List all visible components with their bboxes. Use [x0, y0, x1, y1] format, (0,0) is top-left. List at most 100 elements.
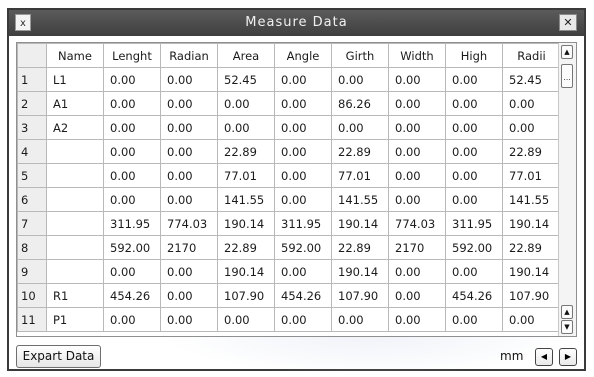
cell-lenght[interactable]: 0.00 — [103, 67, 161, 92]
column-header-area[interactable]: Area — [217, 43, 275, 68]
cell-width[interactable]: 774.03 — [388, 211, 446, 236]
cell-radian[interactable]: 0.00 — [160, 259, 218, 284]
cell-radian[interactable]: 0.00 — [160, 139, 218, 164]
row-number[interactable]: 8 — [17, 235, 47, 260]
cell-girth[interactable]: 77.01 — [331, 163, 389, 188]
cell-name[interactable] — [46, 163, 104, 188]
cell-girth[interactable]: 190.14 — [331, 211, 389, 236]
cell-radian[interactable]: 0.00 — [160, 187, 218, 212]
table-row[interactable]: 3 A2 0.00 0.00 0.00 0.00 0.00 0.00 0.00 0.00 — [17, 115, 561, 140]
cell-width[interactable]: 0.00 — [388, 307, 446, 332]
row-number[interactable]: 11 — [17, 307, 47, 332]
scroll-down-icon[interactable]: ▼ — [561, 320, 573, 334]
cell-radian[interactable]: 0.00 — [160, 67, 218, 92]
cell-girth[interactable]: 0.00 — [331, 67, 389, 92]
table-row[interactable]: 2 A1 0.00 0.00 0.00 0.00 86.26 0.00 0.00 0.00 — [17, 91, 561, 116]
table-row[interactable]: 9 0.00 0.00 190.14 0.00 190.14 0.00 0.00 190.14 — [17, 259, 561, 284]
row-number[interactable]: 7 — [17, 211, 47, 236]
row-number[interactable]: 4 — [17, 139, 47, 164]
cell-radii[interactable]: 22.89 — [502, 235, 561, 260]
cell-width[interactable]: 0.00 — [388, 115, 446, 140]
cell-radian[interactable]: 0.00 — [160, 91, 218, 116]
cell-girth[interactable]: 22.89 — [331, 139, 389, 164]
cell-width[interactable]: 0.00 — [388, 187, 446, 212]
cell-radii[interactable]: 77.01 — [502, 163, 561, 188]
cell-name[interactable]: A2 — [46, 115, 104, 140]
cell-high[interactable]: 0.00 — [445, 115, 503, 140]
cell-width[interactable]: 0.00 — [388, 283, 446, 308]
cell-width[interactable]: 2170 — [388, 235, 446, 260]
cell-area[interactable]: 141.55 — [217, 187, 275, 212]
column-header-girth[interactable]: Girth — [331, 43, 389, 68]
cell-angle[interactable]: 0.00 — [274, 139, 332, 164]
corner-cell[interactable] — [17, 43, 47, 68]
cell-angle[interactable]: 0.00 — [274, 307, 332, 332]
table-row[interactable]: 10 R1 454.26 0.00 107.90 454.26 107.90 0.00 454.… — [17, 283, 561, 308]
cell-lenght[interactable]: 592.00 — [103, 235, 161, 260]
cell-girth[interactable]: 190.14 — [331, 259, 389, 284]
cell-girth[interactable]: 86.26 — [331, 91, 389, 116]
table-row[interactable]: 11 P1 0.00 0.00 0.00 0.00 0.00 0.00 0.00 0.00 — [17, 307, 561, 332]
row-number[interactable]: 3 — [17, 115, 47, 140]
column-header-radii[interactable]: Radii — [502, 43, 561, 68]
cell-angle[interactable]: 0.00 — [274, 67, 332, 92]
cell-radii[interactable]: 0.00 — [502, 115, 561, 140]
cell-name[interactable] — [46, 211, 104, 236]
cell-lenght[interactable]: 311.95 — [103, 211, 161, 236]
cell-name[interactable]: P1 — [46, 307, 104, 332]
column-header-name[interactable]: Name — [46, 43, 104, 68]
scroll-thumb[interactable]: ... — [561, 64, 573, 88]
cell-angle[interactable]: 0.00 — [274, 187, 332, 212]
cell-radii[interactable]: 22.89 — [502, 139, 561, 164]
cell-radii[interactable]: 141.55 — [502, 187, 561, 212]
cell-name[interactable] — [46, 187, 104, 212]
table-row[interactable]: 4 0.00 0.00 22.89 0.00 22.89 0.00 0.00 22.89 — [17, 139, 561, 164]
next-arrow-icon[interactable]: ▶ — [559, 348, 577, 366]
column-header-angle[interactable]: Angle — [274, 43, 332, 68]
row-number[interactable]: 6 — [17, 187, 47, 212]
cell-area[interactable]: 0.00 — [217, 307, 275, 332]
cell-name[interactable] — [46, 235, 104, 260]
cell-lenght[interactable]: 0.00 — [103, 259, 161, 284]
cell-radian[interactable]: 0.00 — [160, 283, 218, 308]
cell-area[interactable]: 77.01 — [217, 163, 275, 188]
cell-radian[interactable]: 0.00 — [160, 115, 218, 140]
prev-arrow-icon[interactable]: ◀ — [535, 348, 553, 366]
cell-name[interactable]: R1 — [46, 283, 104, 308]
cell-radian[interactable]: 774.03 — [160, 211, 218, 236]
cell-girth[interactable]: 0.00 — [331, 307, 389, 332]
cell-girth[interactable]: 107.90 — [331, 283, 389, 308]
table-row[interactable]: 5 0.00 0.00 77.01 0.00 77.01 0.00 0.00 77.01 — [17, 163, 561, 188]
cell-high[interactable]: 0.00 — [445, 163, 503, 188]
table-row[interactable]: 7 311.95 774.03 190.14 311.95 190.14 774.03 311… — [17, 211, 561, 236]
cell-area[interactable]: 52.45 — [217, 67, 275, 92]
cell-lenght[interactable]: 0.00 — [103, 139, 161, 164]
export-data-button[interactable]: Expart Data — [16, 345, 101, 368]
cell-name[interactable]: A1 — [46, 91, 104, 116]
cell-angle[interactable]: 0.00 — [274, 259, 332, 284]
cell-lenght[interactable]: 0.00 — [103, 307, 161, 332]
cell-area[interactable]: 0.00 — [217, 91, 275, 116]
cell-angle[interactable]: 592.00 — [274, 235, 332, 260]
cell-radii[interactable]: 107.90 — [502, 283, 561, 308]
cell-name[interactable] — [46, 139, 104, 164]
column-header-high[interactable]: High — [445, 43, 503, 68]
cell-radii[interactable]: 52.45 — [502, 67, 561, 92]
cell-angle[interactable]: 311.95 — [274, 211, 332, 236]
cell-radii[interactable]: 190.14 — [502, 259, 561, 284]
cell-lenght[interactable]: 0.00 — [103, 91, 161, 116]
cell-radii[interactable]: 0.00 — [502, 91, 561, 116]
table-row[interactable]: 1 L1 0.00 0.00 52.45 0.00 0.00 0.00 0.00 52.45 — [17, 67, 561, 92]
cell-high[interactable]: 454.26 — [445, 283, 503, 308]
cell-width[interactable]: 0.00 — [388, 67, 446, 92]
column-header-width[interactable]: Width — [388, 43, 446, 68]
cell-girth[interactable]: 141.55 — [331, 187, 389, 212]
cell-width[interactable]: 0.00 — [388, 91, 446, 116]
cell-radian[interactable]: 0.00 — [160, 307, 218, 332]
cell-area[interactable]: 107.90 — [217, 283, 275, 308]
close-button[interactable]: ✕ — [559, 14, 577, 31]
cell-high[interactable]: 0.00 — [445, 307, 503, 332]
column-header-lenght[interactable]: Lenght — [103, 43, 161, 68]
title-bar[interactable]: x Measure Data ✕ — [9, 10, 584, 36]
row-number[interactable]: 5 — [17, 163, 47, 188]
